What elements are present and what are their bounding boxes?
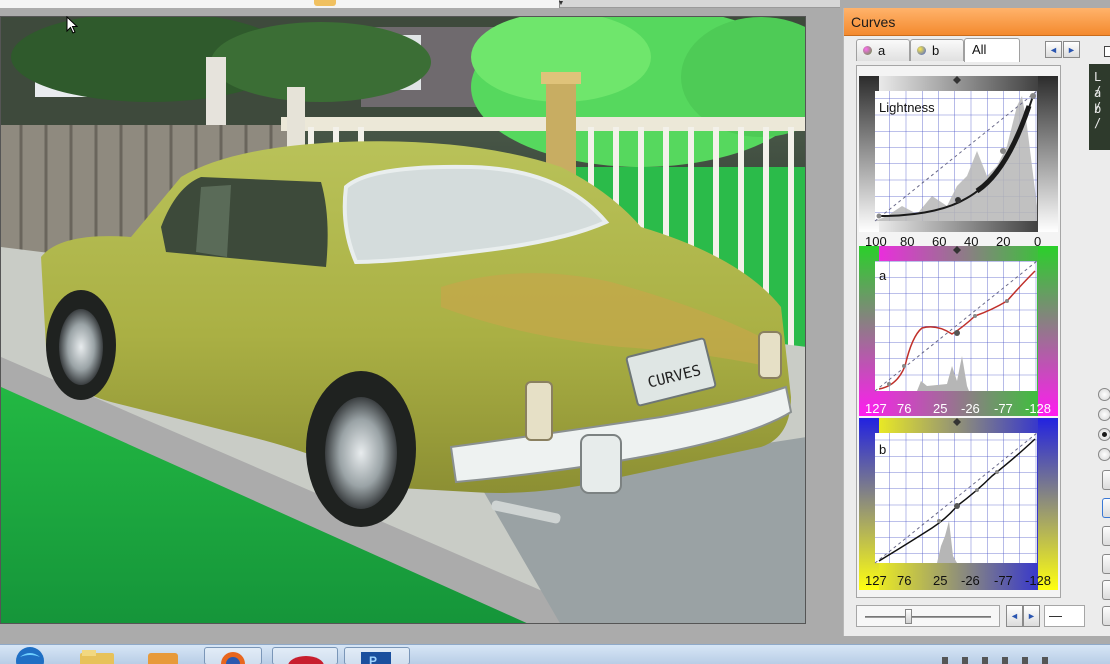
value-field[interactable]: — (1044, 605, 1085, 627)
b-tick: 127 (865, 573, 887, 588)
a-label: a (879, 268, 887, 283)
folder-icon[interactable] (78, 647, 118, 664)
curves-title-bar[interactable]: Curves (844, 8, 1110, 36)
channel-tabs: a b All ◄ ► (856, 38, 1110, 63)
adjust-slider[interactable] (856, 605, 1000, 627)
radio-option[interactable] (1098, 448, 1110, 461)
a-curve-chart[interactable]: a 127 76 25 -26 -77 -128 (859, 246, 1058, 416)
a-tick: 127 (865, 401, 887, 416)
a-tick: -77 (994, 401, 1013, 416)
tab-label: a (878, 43, 886, 58)
a-tick: 25 (933, 401, 947, 416)
slider-next-button[interactable]: ► (1023, 605, 1040, 627)
color-channel-icon (863, 46, 872, 55)
b-tick: -26 (961, 573, 980, 588)
side-button[interactable] (1102, 498, 1110, 518)
a-tick: 76 (897, 401, 911, 416)
b-label: b (879, 442, 886, 457)
curves-panel: Curves a b All ◄ ► Lightness 100 80 60 4… (843, 8, 1110, 636)
toolbar-strip: ▼ (0, 0, 840, 8)
app-window: { "curves_panel": { "title": "Curves", "… (0, 0, 1110, 664)
start-button[interactable] (8, 647, 48, 664)
lightness-label: Lightness (879, 100, 935, 115)
slider-prev-button[interactable]: ◄ (1006, 605, 1023, 627)
radio-option[interactable] (1098, 408, 1110, 421)
b-tick: 25 (933, 573, 947, 588)
tab-label: All (972, 42, 987, 57)
browser-icon[interactable] (272, 647, 338, 664)
panel-title: Curves (851, 14, 896, 30)
tab-b[interactable]: b (910, 39, 964, 61)
side-button[interactable] (1102, 606, 1110, 626)
lightness-curve-chart[interactable]: Lightness 100 80 60 40 20 0 (859, 76, 1058, 249)
tab-a[interactable]: a (856, 39, 910, 61)
document-icon (1104, 46, 1110, 57)
media-player-icon[interactable] (146, 647, 182, 664)
mouse-cursor-icon (66, 15, 79, 39)
chevron-down-icon[interactable]: ▼ (556, 0, 566, 8)
svg-text:P: P (369, 654, 377, 664)
tab-label: b (932, 43, 940, 58)
photoshop-icon[interactable]: P (344, 647, 410, 664)
side-button[interactable] (1102, 554, 1110, 574)
readout-line: b / (1094, 102, 1102, 130)
image-canvas[interactable]: CURVES (0, 16, 806, 624)
a-tick: -128 (1025, 401, 1051, 416)
slider-track (865, 616, 991, 618)
taskbar: P (0, 644, 1110, 664)
b-tick: -128 (1025, 573, 1051, 588)
tab-all[interactable]: All (964, 38, 1020, 62)
b-tick: -77 (994, 573, 1013, 588)
tab-prev-button[interactable]: ◄ (1045, 41, 1062, 58)
b-curve-chart[interactable]: b 127 76 25 -26 -77 -128 (859, 418, 1058, 590)
color-channel-icon (917, 46, 926, 55)
system-tray (940, 647, 1070, 664)
side-button[interactable] (1102, 470, 1110, 490)
firefox-icon[interactable] (204, 647, 262, 664)
lab-readout: L / a / b / (1089, 64, 1110, 150)
folder-icon (314, 0, 336, 6)
side-button[interactable] (1102, 526, 1110, 546)
side-button[interactable] (1102, 580, 1110, 600)
tab-next-button[interactable]: ► (1063, 41, 1080, 58)
slider-thumb[interactable] (905, 609, 912, 624)
radio-option-selected[interactable] (1098, 428, 1110, 441)
curves-graphs: Lightness 100 80 60 40 20 0 a 127 76 25 … (859, 76, 1058, 590)
radio-option[interactable] (1098, 388, 1110, 401)
car-photo: CURVES (1, 17, 805, 623)
path-field[interactable] (0, 0, 560, 8)
b-tick: 76 (897, 573, 911, 588)
curves-group: Lightness 100 80 60 40 20 0 a 127 76 25 … (856, 65, 1061, 598)
a-tick: -26 (961, 401, 980, 416)
